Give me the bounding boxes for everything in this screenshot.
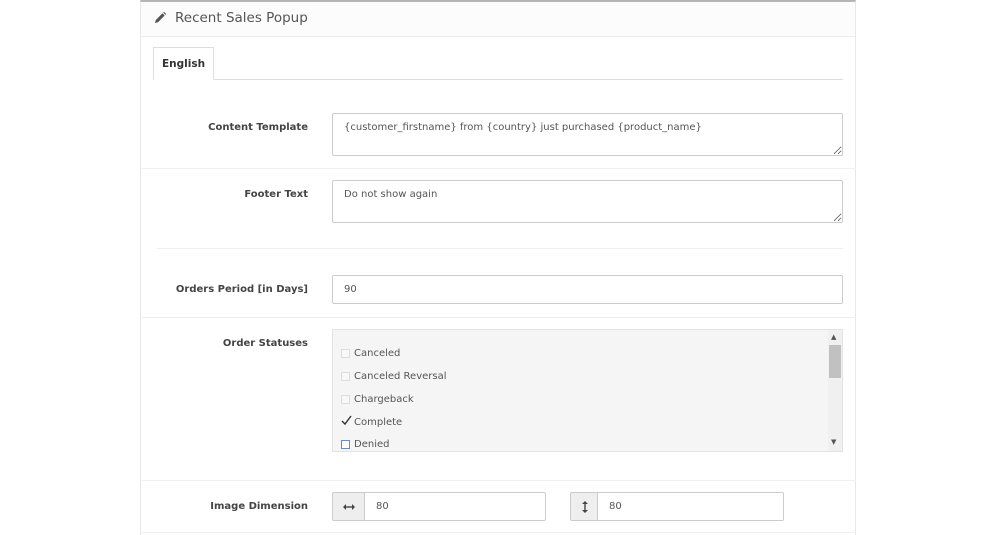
status-label: Canceled Reversal [354, 371, 447, 382]
row-divider [142, 168, 856, 169]
vertical-arrows-icon [582, 501, 588, 513]
row-divider [157, 248, 843, 249]
content-template-input[interactable] [332, 113, 843, 156]
status-label: Canceled [354, 348, 401, 359]
content-template-label: Content Template [208, 122, 308, 133]
tabs-divider [153, 79, 843, 80]
status-checkbox[interactable] [341, 349, 350, 358]
image-dimension-label: Image Dimension [210, 501, 308, 512]
scroll-thumb[interactable] [829, 345, 841, 378]
image-width-input[interactable] [364, 492, 546, 521]
panel-heading: Recent Sales Popup [141, 2, 855, 37]
order-statuses-list[interactable]: Canceled Canceled Reversal Chargeback Co… [332, 329, 843, 452]
status-checkbox[interactable] [341, 395, 350, 404]
status-label: Denied [354, 439, 390, 450]
height-addon [570, 492, 598, 521]
order-statuses-label: Order Statuses [222, 338, 308, 349]
width-addon [332, 492, 365, 521]
orders-period-label: Orders Period [in Days] [175, 284, 308, 295]
image-height-input[interactable] [597, 492, 784, 521]
status-checkbox[interactable] [341, 372, 350, 381]
status-label: Complete [354, 417, 403, 428]
scroll-up-arrow-icon[interactable]: ▲ [831, 333, 836, 341]
checkmark-icon[interactable] [341, 415, 352, 426]
scroll-down-arrow-icon[interactable]: ▼ [831, 438, 836, 446]
status-label: Chargeback [354, 394, 414, 405]
row-divider [142, 317, 856, 318]
status-list-scrollbar[interactable]: ▲ ▼ [828, 330, 842, 451]
horizontal-arrows-icon [343, 504, 355, 510]
row-divider [142, 532, 856, 533]
panel-title: Recent Sales Popup [175, 10, 308, 26]
row-divider [142, 480, 856, 481]
orders-period-input[interactable] [332, 275, 843, 304]
recent-sales-popup-panel: Recent Sales Popup English Content Templ… [140, 0, 856, 535]
status-checkbox[interactable] [341, 440, 350, 449]
tab-english[interactable]: English [153, 47, 214, 80]
footer-text-label: Footer Text [244, 189, 308, 200]
pencil-icon [155, 11, 167, 23]
footer-text-input[interactable] [332, 180, 843, 223]
